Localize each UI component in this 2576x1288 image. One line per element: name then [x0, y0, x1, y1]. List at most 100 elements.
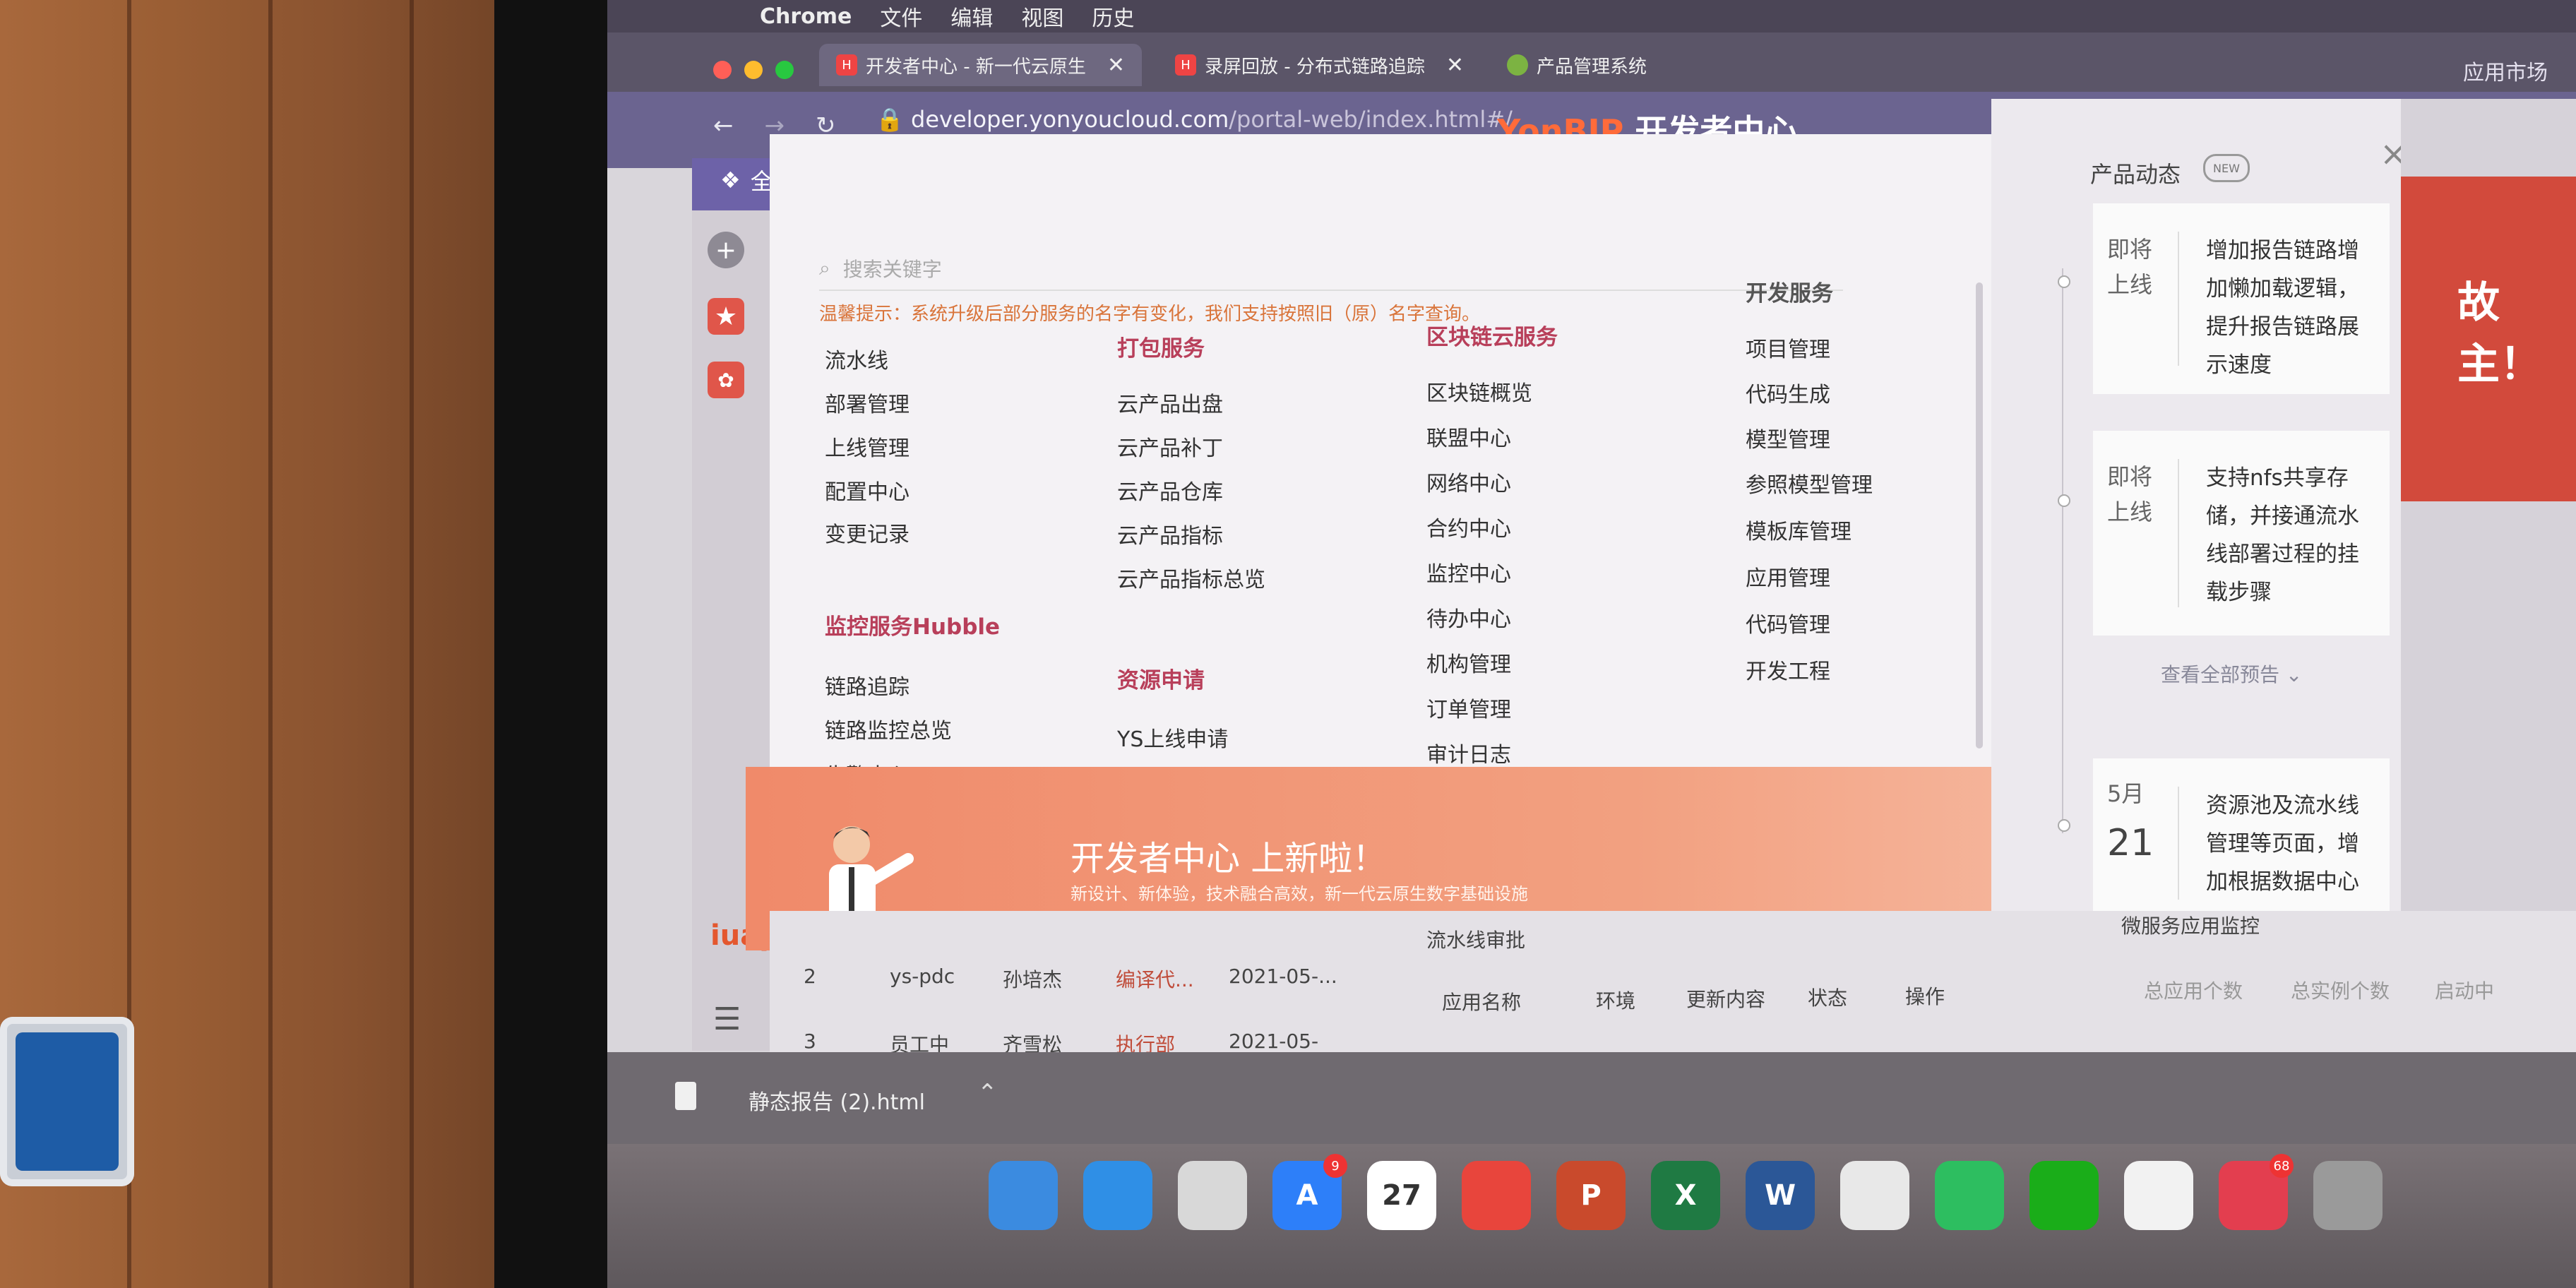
- menu-item[interactable]: 云产品指标总览: [1117, 562, 1265, 593]
- menu-item[interactable]: 待办中心: [1426, 602, 1511, 633]
- menu-item[interactable]: 项目管理: [1746, 332, 1830, 363]
- badge-face: [16, 1032, 119, 1171]
- close-window-button[interactable]: [713, 61, 732, 79]
- menu-item[interactable]: 联盟中心: [1426, 421, 1511, 452]
- menu-file[interactable]: 文件: [880, 1, 922, 32]
- address-bar[interactable]: 🔒 developer.yonyoucloud.com/portal-web/i…: [876, 106, 1513, 133]
- wall-seam: [268, 0, 273, 1288]
- minimize-window-button[interactable]: [744, 61, 763, 79]
- favorite-icon[interactable]: ★: [708, 298, 744, 335]
- menu-item[interactable]: YS上线申请: [1117, 722, 1228, 753]
- menu-item[interactable]: 配置中心: [825, 475, 910, 506]
- microservice-monitor-title: 微服务应用监控: [2121, 914, 2260, 938]
- dock-powerpoint-icon[interactable]: P: [1556, 1161, 1626, 1230]
- table-cell: 2021-05-: [1229, 1030, 1319, 1053]
- dock-wechat-icon[interactable]: [2029, 1161, 2099, 1230]
- menu-item[interactable]: 订单管理: [1426, 692, 1511, 723]
- menu-view[interactable]: 视图: [1021, 1, 1063, 32]
- table-cell: 3: [804, 1030, 816, 1053]
- menu-item[interactable]: 变更记录: [825, 517, 910, 548]
- chevron-up-icon[interactable]: ⌃: [977, 1079, 998, 1107]
- search-icon: ⌕: [819, 256, 830, 280]
- dock-app-store-icon[interactable]: A9: [1272, 1154, 1347, 1230]
- column-header: 状态: [1808, 986, 1848, 1010]
- tag-icon[interactable]: ✿: [708, 362, 744, 398]
- search-input[interactable]: ⌕ 搜索关键字: [819, 247, 1843, 291]
- dock-finder-icon[interactable]: [989, 1161, 1058, 1230]
- dock-evernote-icon[interactable]: [1935, 1161, 2004, 1230]
- list-icon[interactable]: ☰: [713, 1001, 741, 1037]
- menu-item[interactable]: 网络中心: [1426, 466, 1511, 497]
- menu-item[interactable]: 参照模型管理: [1746, 467, 1873, 499]
- section-heading: 打包服务: [1117, 336, 1205, 362]
- tab-label: 开发者中心 - 新一代云原生: [866, 56, 1086, 78]
- menu-item[interactable]: 云产品出盘: [1117, 387, 1223, 418]
- news-card[interactable]: 即将上线 支持nfs共享存储，并接通流水线部署过程的挂载步骤: [2093, 431, 2390, 636]
- menu-item[interactable]: 审计日志: [1426, 737, 1511, 768]
- menu-item[interactable]: 模板库管理: [1746, 514, 1852, 545]
- section-heading: 区块链云服务: [1426, 325, 1558, 350]
- dock-calendar-icon[interactable]: 27: [1367, 1161, 1436, 1230]
- maximize-window-button[interactable]: [775, 61, 794, 79]
- status-badge: 编译代...: [1116, 968, 1194, 991]
- menu-item[interactable]: 云产品指标: [1117, 518, 1223, 549]
- panel-scrollbar[interactable]: [1976, 282, 1983, 749]
- menu-edit[interactable]: 编辑: [950, 1, 993, 32]
- dock-yonyou-icon[interactable]: 68: [2219, 1154, 2294, 1230]
- dock-icon-label: A: [1296, 1179, 1318, 1212]
- search-placeholder: 搜索关键字: [842, 258, 942, 281]
- news-card[interactable]: 即将上线 增加报告链路增加懒加载逻辑，提升报告链路展示速度: [2093, 203, 2390, 394]
- menu-item[interactable]: 开发工程: [1746, 654, 1830, 685]
- menu-item[interactable]: 链路追踪: [825, 669, 910, 700]
- download-filename[interactable]: 静态报告 (2).html: [749, 1085, 925, 1116]
- menu-item[interactable]: 区块链概览: [1426, 376, 1532, 407]
- menu-item[interactable]: 部署管理: [825, 387, 910, 418]
- tab-product-mgmt[interactable]: 产品管理系统: [1490, 44, 1664, 86]
- table-cell: 孙培杰: [1003, 968, 1063, 991]
- menu-item[interactable]: 云产品补丁: [1117, 431, 1223, 462]
- dock-chrome-icon[interactable]: [1840, 1161, 1909, 1230]
- menu-history[interactable]: 历史: [1092, 1, 1134, 32]
- dock-excel-icon[interactable]: X: [1651, 1161, 1720, 1230]
- dock-word-icon[interactable]: W: [1746, 1161, 1815, 1230]
- dock-trash-icon[interactable]: [2313, 1161, 2383, 1230]
- menu-item[interactable]: 监控中心: [1426, 556, 1511, 588]
- add-icon[interactable]: +: [708, 232, 744, 268]
- close-icon[interactable]: ✕: [1107, 53, 1125, 78]
- news-card-text: 支持nfs共享存储，并接通流水线部署过程的挂载步骤: [2206, 465, 2359, 605]
- column-header: 操作: [1905, 985, 1945, 1008]
- back-arrow-icon[interactable]: ←: [713, 112, 734, 140]
- news-title: 产品动态: [2090, 161, 2181, 188]
- menu-item[interactable]: 应用管理: [1746, 561, 1830, 592]
- app-market-link[interactable]: 应用市场: [2463, 55, 2548, 86]
- menu-item[interactable]: 机构管理: [1426, 647, 1511, 678]
- menu-item[interactable]: 合约中心: [1426, 511, 1511, 542]
- column-header: 更新内容: [1686, 988, 1766, 1011]
- menu-item[interactable]: 代码生成: [1746, 377, 1830, 408]
- menu-item[interactable]: 链路监控总览: [825, 713, 952, 744]
- tab-developer-center[interactable]: H 开发者中心 - 新一代云原生 ✕: [819, 44, 1143, 86]
- dock-safari-icon[interactable]: [1083, 1161, 1152, 1230]
- news-card[interactable]: 5月 21 资源池及流水线管理等页面，增加根据数据中心: [2093, 758, 2390, 914]
- dock-qq-icon[interactable]: [2124, 1161, 2193, 1230]
- news-card-text: 资源池及流水线管理等页面，增加根据数据中心: [2206, 793, 2359, 895]
- menu-item[interactable]: 云产品仓库: [1117, 475, 1223, 506]
- tab-trace-replay[interactable]: H 录屏回放 - 分布式链路追踪 ✕: [1158, 44, 1481, 86]
- view-all-link[interactable]: 查看全部预告 ⌄: [2161, 660, 2302, 688]
- dock-sound-icon[interactable]: [1462, 1161, 1531, 1230]
- stat-label: 总应用个数: [2144, 979, 2243, 1003]
- dock-icon-label: P: [1580, 1179, 1602, 1212]
- banner-title: 开发者中心 上新啦！: [1071, 839, 1387, 878]
- section-heading: 资源申请: [1117, 668, 1205, 693]
- menu-app-name[interactable]: Chrome: [760, 4, 852, 29]
- red-card-text: 故主！: [2457, 278, 2542, 389]
- menu-item[interactable]: 代码管理: [1746, 607, 1830, 638]
- wall-badge: [0, 1017, 134, 1186]
- close-icon[interactable]: ✕: [1446, 53, 1464, 78]
- menu-item[interactable]: 模型管理: [1746, 422, 1830, 453]
- dock-preview-icon[interactable]: [1178, 1161, 1247, 1230]
- table-cell[interactable]: ys-pdc: [890, 965, 955, 988]
- menu-item[interactable]: 流水线: [825, 343, 888, 374]
- grid-icon: ❖: [720, 167, 741, 193]
- menu-item[interactable]: 上线管理: [825, 431, 910, 462]
